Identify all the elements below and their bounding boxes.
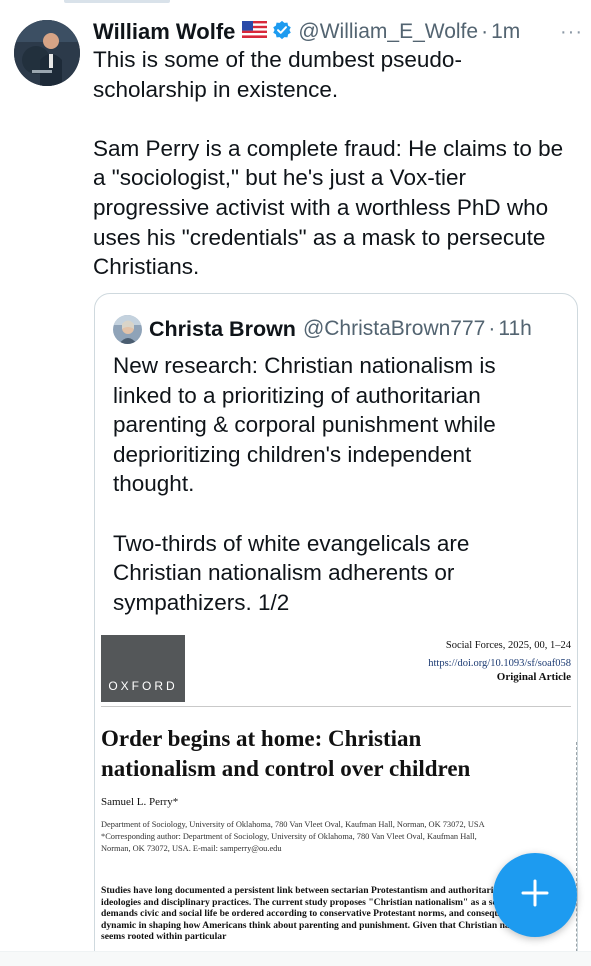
tweet-text: This is some of the dumbest pseudo- scho… — [93, 47, 564, 280]
quoted-author-handle[interactable]: @ChristaBrown777 — [303, 317, 485, 341]
author-handle[interactable]: @William_E_Wolfe — [298, 20, 478, 44]
article-type: Original Article — [496, 671, 571, 683]
plus-icon — [520, 878, 550, 913]
author-avatar[interactable] — [14, 20, 80, 86]
quoted-author-avatar[interactable] — [113, 314, 142, 344]
quoted-tweet-header: Christa Brown @ChristaBrown777 · 11h — [113, 314, 532, 344]
verified-badge-icon — [267, 20, 292, 45]
oxford-logo-text: OXFORD — [108, 679, 178, 693]
quoted-tweet-timestamp[interactable]: 11h — [498, 317, 531, 341]
oxford-logo: OXFORD — [101, 635, 185, 702]
paper-title: Order begins at home: Christian national… — [101, 726, 471, 781]
page-edge — [576, 742, 577, 966]
compose-button[interactable] — [493, 853, 577, 937]
header-divider — [101, 706, 571, 707]
quoted-author-name[interactable]: Christa Brown — [149, 317, 296, 342]
top-divider — [64, 0, 170, 3]
time-separator: · — [481, 20, 489, 43]
tweet-header: William Wolfe @William_E_Wolfe · 1m ··· — [93, 17, 583, 47]
paper-doi: https://doi.org/10.1093/sf/soaf058 — [428, 658, 571, 669]
tweet-timestamp[interactable]: 1m — [491, 20, 520, 44]
paper-author: Samuel L. Perry* — [101, 796, 179, 808]
quoted-time-separator: · — [488, 317, 496, 340]
journal-citation: Social Forces, 2025, 00, 1–24 — [445, 640, 571, 651]
quoted-tweet-text: New research: Christian nationalism is l… — [113, 353, 496, 615]
more-horizontal-icon[interactable]: ··· — [560, 21, 583, 44]
us-flag-icon — [235, 21, 268, 43]
bottom-nav-bar — [0, 951, 591, 966]
author-name[interactable]: William Wolfe — [93, 19, 235, 45]
paper-affiliation: Department of Sociology, University of O… — [101, 820, 485, 853]
